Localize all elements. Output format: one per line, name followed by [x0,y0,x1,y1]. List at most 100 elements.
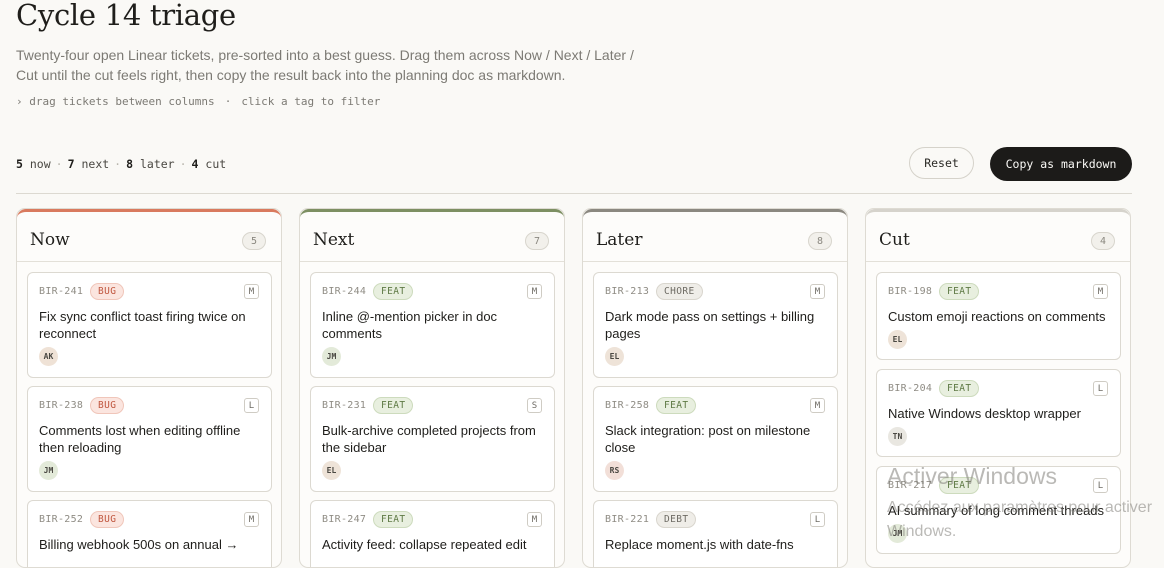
summary-now-label: now [29,157,51,171]
column-count-badge: 8 [808,232,832,250]
column-now[interactable]: Now 5 BIR-241 BUG M Fix sync conflict toast f… [16,208,282,568]
column-count-badge: 4 [1091,232,1115,250]
ticket-id: BIR-198 [888,286,933,297]
ticket-id: BIR-231 [322,400,367,411]
tag-bug[interactable]: BUG [90,397,125,414]
ticket-id: BIR-213 [605,286,650,297]
ticket-id: BIR-258 [605,400,650,411]
ticket-card[interactable]: BIR-252 BUG M Billing webhook 500s on annua… [27,500,272,567]
ticket-card[interactable]: BIR-217 FEAT L AI summary of long comment t… [876,466,1121,554]
column-title: Now [30,230,70,250]
column-next[interactable]: Next 7 BIR-244 FEAT M Inline @-mention picker… [299,208,565,568]
assignee-avatar: RS [605,461,624,480]
size-badge: M [1093,284,1108,299]
tag-feat[interactable]: FEAT [939,477,980,494]
tag-feat[interactable]: FEAT [656,397,697,414]
tag-feat[interactable]: FEAT [373,511,414,528]
tag-feat[interactable]: FEAT [939,380,980,397]
ticket-title: Dark mode pass on settings + billing pag… [605,309,815,341]
ticket-title: Fix sync conflict toast firing twice on … [39,309,246,341]
divider [16,193,1132,194]
ticket-card[interactable]: BIR-204 FEAT L Native Windows desktop wrapp… [876,369,1121,457]
ticket-id: BIR-221 [605,514,650,525]
size-badge: S [527,398,542,413]
ticket-card[interactable]: BIR-241 BUG M Fix sync conflict toast firin… [27,272,272,378]
tag-debt[interactable]: DEBT [656,511,697,528]
column-summary: 5 now · 7 next · 8 later · 4 cut [16,157,226,171]
summary-later-count: 8 [126,157,134,171]
assignee-avatar: JM [888,524,907,543]
ticket-title: Slack integration: post on milestone clo… [605,423,811,455]
ticket-title: Comments lost when editing offline then … [39,423,241,455]
ticket-title: Inline @-mention picker in doc comments [322,309,498,341]
ticket-title: AI summary of long comment threads [888,503,1105,518]
column-header: Next 7 [300,209,564,262]
assignee-avatar: JM [39,461,58,480]
tag-feat[interactable]: FEAT [939,283,980,300]
assignee-avatar: JM [322,347,341,366]
copy-markdown-button[interactable]: Copy as markdown [990,147,1132,181]
ticket-title: Custom emoji reactions on comments [888,309,1106,324]
ticket-title: Activity feed: collapse repeated edit [322,537,527,552]
tag-bug[interactable]: BUG [90,283,125,300]
size-badge: M [244,512,259,527]
tag-feat[interactable]: FEAT [373,397,414,414]
ticket-card[interactable]: BIR-198 FEAT M Custom emoji reactions on co… [876,272,1121,360]
tag-bug[interactable]: BUG [90,511,125,528]
ticket-card[interactable]: BIR-247 FEAT M Activity feed: collapse repe… [310,500,555,567]
summary-cut-label: cut [205,157,227,171]
ticket-id: BIR-252 [39,514,84,525]
size-badge: L [810,512,825,527]
ticket-title: Native Windows desktop wrapper [888,406,1081,421]
page-subtitle: Twenty-four open Linear tickets, pre-sor… [16,47,634,83]
ticket-id: BIR-244 [322,286,367,297]
hint-separator: · [224,95,232,108]
ticket-card[interactable]: BIR-231 FEAT S Bulk-archive completed proje… [310,386,555,492]
summary-later-label: later [139,157,175,171]
ticket-card[interactable]: BIR-244 FEAT M Inline @-mention picker in d… [310,272,555,378]
column-header: Later 8 [583,209,847,262]
size-badge: M [810,284,825,299]
column-count-badge: 7 [525,232,549,250]
column-title: Cut [879,230,910,250]
summary-next-label: next [81,157,110,171]
ticket-title: Bulk-archive completed projects from the… [322,423,536,455]
ticket-title: Billing webhook 500s on annual → [39,537,239,552]
size-badge: L [1093,381,1108,396]
tag-chore[interactable]: CHORE [656,283,703,300]
ticket-card[interactable]: BIR-213 CHORE M Dark mode pass on settings … [593,272,838,378]
column-cut[interactable]: Cut 4 BIR-198 FEAT M Custom emoji reactions o… [865,208,1131,568]
size-badge: M [810,398,825,413]
assignee-avatar: TN [888,427,907,446]
summary-now-count: 5 [16,157,23,171]
reset-button[interactable]: Reset [909,147,974,179]
column-header: Cut 4 [866,209,1130,262]
column-header: Now 5 [17,209,281,262]
assignee-avatar: EL [605,347,624,366]
summary-separator: · [179,157,187,171]
summary-separator: · [114,157,122,171]
size-badge: M [527,284,542,299]
hint-drag: › drag tickets between columns [16,95,215,108]
ticket-id: BIR-217 [888,480,933,491]
column-title: Next [313,230,355,250]
assignee-avatar: EL [322,461,341,480]
size-badge: L [1093,478,1108,493]
assignee-avatar: AK [39,347,58,366]
column-title: Later [596,230,643,250]
summary-cut-count: 4 [191,157,199,171]
ticket-id: BIR-238 [39,400,84,411]
usage-hint: › drag tickets between columns · click a t… [16,95,380,108]
column-count-badge: 5 [242,232,266,250]
size-badge: M [527,512,542,527]
column-later[interactable]: Later 8 BIR-213 CHORE M Dark mode pass on set… [582,208,848,568]
ticket-card[interactable]: BIR-238 BUG L Comments lost when editing of… [27,386,272,492]
ticket-title: Replace moment.js with date-fns [605,537,794,552]
ticket-card[interactable]: BIR-221 DEBT L Replace moment.js with date-… [593,500,838,567]
tag-feat[interactable]: FEAT [373,283,414,300]
ticket-id: BIR-247 [322,514,367,525]
assignee-avatar: EL [888,330,907,349]
size-badge: L [244,398,259,413]
ticket-card[interactable]: BIR-258 FEAT M Slack integration: post on m… [593,386,838,492]
hint-filter: click a tag to filter [241,95,381,108]
